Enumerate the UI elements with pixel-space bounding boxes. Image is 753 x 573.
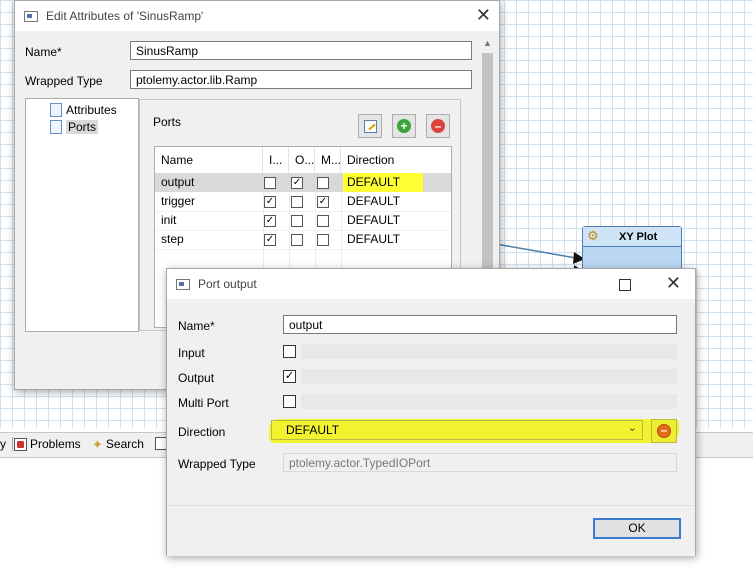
plus-icon: + xyxy=(397,119,411,133)
row-input-checkbox[interactable]: ✓ xyxy=(264,196,276,208)
close-icon[interactable]: ✕ xyxy=(476,5,491,26)
col-header-input[interactable]: I... xyxy=(263,147,289,173)
dialog-title: Edit Attributes of 'SinusRamp' xyxy=(46,9,204,23)
problems-icon xyxy=(14,437,27,451)
row-input-checkbox[interactable] xyxy=(264,177,276,189)
output-checkbox[interactable]: ✓ xyxy=(283,370,296,383)
table-row[interactable]: init ✓ DEFAULT xyxy=(155,211,451,231)
wrapped-type-field[interactable]: ptolemy.actor.lib.Ramp xyxy=(130,70,472,89)
tab-history[interactable]: y xyxy=(0,437,13,451)
row-input-checkbox[interactable]: ✓ xyxy=(264,234,276,246)
input-checkbox[interactable] xyxy=(283,345,296,358)
table-row[interactable]: step ✓ DEFAULT xyxy=(155,230,451,250)
row-multi-checkbox[interactable] xyxy=(317,177,329,189)
tab-search[interactable]: ✦ Search xyxy=(92,437,144,451)
output-label: Output xyxy=(178,371,215,385)
multi-port-checkbox[interactable] xyxy=(283,395,296,408)
tree-item-ports[interactable]: Ports xyxy=(50,120,99,134)
tab-problems[interactable]: Problems xyxy=(14,437,81,451)
minus-icon: – xyxy=(431,119,445,133)
col-header-output[interactable]: O... xyxy=(289,147,315,173)
edit-port-button[interactable] xyxy=(358,114,382,138)
app-icon xyxy=(176,278,190,290)
wrapped-type-label: Wrapped Type xyxy=(178,457,256,471)
row-output-checkbox[interactable] xyxy=(291,215,303,227)
remove-port-button[interactable]: – xyxy=(426,114,450,138)
multi-port-label: Multi Port xyxy=(178,396,229,410)
add-port-button[interactable]: + xyxy=(392,114,416,138)
port-name-field[interactable]: output xyxy=(283,315,677,334)
maximize-icon[interactable] xyxy=(619,279,631,291)
name-field[interactable]: SinusRamp xyxy=(130,41,472,60)
col-header-multi[interactable]: M... xyxy=(315,147,341,173)
file-icon xyxy=(50,120,62,134)
table-row[interactable]: trigger ✓ ✓ DEFAULT xyxy=(155,192,451,212)
wrapped-type-label: Wrapped Type xyxy=(25,74,103,88)
direction-combobox[interactable]: DEFAULT ⌄ xyxy=(271,420,643,440)
port-output-dialog: Port output ✕ Name* output Input Output … xyxy=(166,268,696,556)
dialog-titlebar: Port output ✕ xyxy=(167,269,695,299)
row-input-checkbox[interactable]: ✓ xyxy=(264,215,276,227)
actor-title: XY Plot xyxy=(619,230,658,243)
table-row[interactable]: output ✓ DEFAULT xyxy=(155,173,451,192)
ports-group-label: Ports xyxy=(153,115,182,129)
dialog-titlebar: Edit Attributes of 'SinusRamp' ✕ xyxy=(15,1,499,31)
row-output-checkbox[interactable] xyxy=(291,196,303,208)
row-multi-checkbox[interactable] xyxy=(317,234,329,246)
row-multi-checkbox[interactable] xyxy=(317,215,329,227)
tree-item-attributes[interactable]: Attributes xyxy=(50,103,117,117)
chevron-down-icon: ⌄ xyxy=(627,422,637,434)
file-icon xyxy=(50,103,62,117)
clear-direction-button[interactable]: – xyxy=(651,419,677,443)
gear-icon: ⚙ xyxy=(587,228,599,243)
col-header-name[interactable]: Name xyxy=(155,147,263,173)
flashlight-icon: ✦ xyxy=(92,436,103,452)
dialog-title: Port output xyxy=(198,277,257,291)
row-multi-checkbox[interactable]: ✓ xyxy=(317,196,329,208)
name-label: Name* xyxy=(25,45,62,59)
col-header-direction[interactable]: Direction xyxy=(341,147,451,173)
edit-icon xyxy=(363,119,377,133)
minus-icon: – xyxy=(657,424,671,438)
input-label: Input xyxy=(178,346,205,360)
row-output-checkbox[interactable] xyxy=(291,234,303,246)
attribute-tree: Attributes Ports xyxy=(25,98,139,332)
wrapped-type-field: ptolemy.actor.TypedIOPort xyxy=(283,453,677,472)
name-label: Name* xyxy=(178,319,215,333)
direction-label: Direction xyxy=(178,425,226,439)
ok-button[interactable]: OK xyxy=(593,518,681,539)
close-icon[interactable]: ✕ xyxy=(666,273,681,294)
app-icon xyxy=(24,10,38,22)
row-output-checkbox[interactable]: ✓ xyxy=(291,177,303,189)
